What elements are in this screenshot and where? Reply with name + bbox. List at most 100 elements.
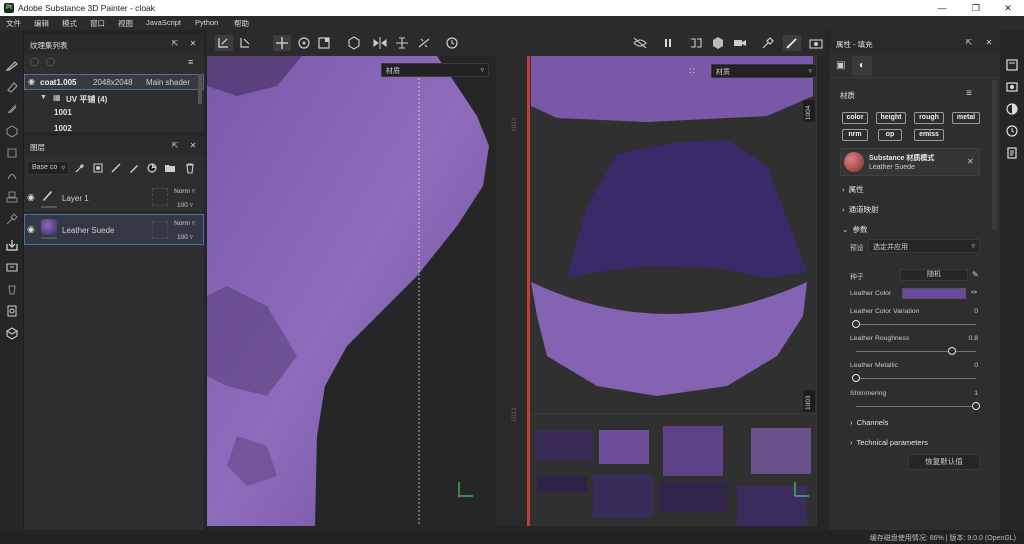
eraser-icon[interactable] xyxy=(5,80,19,94)
layer-mask-slot[interactable] xyxy=(152,188,168,206)
menu-help[interactable]: 帮助 xyxy=(234,18,249,29)
menu-python[interactable]: Python xyxy=(195,18,218,27)
hide-button[interactable] xyxy=(631,35,649,51)
viewport-2d-channel-select[interactable]: 材质 ▿ xyxy=(711,64,817,78)
shader-settings-icon[interactable] xyxy=(1005,102,1019,116)
display-mode-button[interactable] xyxy=(709,35,727,51)
tab-properties-icon[interactable]: ▣ xyxy=(836,60,845,71)
properties-scrollbar[interactable] xyxy=(992,80,997,230)
chevron-down-icon[interactable]: ▼ xyxy=(40,94,47,101)
menu-edit[interactable]: 编辑 xyxy=(34,18,49,29)
color-dropper-icon[interactable]: ✑ xyxy=(971,288,978,297)
viewport-2d[interactable]: 1004 1003 ∷ 材质 ▿ xyxy=(527,56,817,526)
log-icon[interactable] xyxy=(1005,146,1019,160)
export-icon[interactable] xyxy=(5,304,19,318)
section-params-title[interactable]: ⌄ 参数 xyxy=(842,224,867,235)
channel-select[interactable]: Base co ▿ xyxy=(27,161,69,175)
fill-icon[interactable] xyxy=(5,146,19,160)
close-icon[interactable]: ✕ xyxy=(998,2,1018,14)
close-panel-icon[interactable]: ✕ xyxy=(188,39,198,49)
pause-button[interactable] xyxy=(659,35,677,51)
visibility-all-icon[interactable]: ◯ xyxy=(30,57,39,66)
uv-tile-item[interactable]: 1002 xyxy=(24,122,204,132)
blend-mode-select[interactable]: Norm ▿ xyxy=(174,187,195,195)
bake-icon[interactable] xyxy=(5,260,19,274)
uv-tile-group[interactable]: ▼ ▦ UV 平铺 (4) xyxy=(24,90,204,106)
material-card[interactable]: Substance 材质模式 Leather Suede ✕ xyxy=(840,148,980,176)
viewport-splitter[interactable]: 1014 1013 xyxy=(497,56,527,526)
reset-defaults-button[interactable]: 恢复默认值 xyxy=(908,454,980,470)
history-icon[interactable] xyxy=(1005,124,1019,138)
section-channel-map-title[interactable]: › 通道映射 xyxy=(842,204,879,215)
projection-icon[interactable] xyxy=(5,102,19,116)
add-paint-layer-icon[interactable] xyxy=(128,162,140,174)
seed-random-button[interactable]: 随机 xyxy=(900,269,968,281)
close-panel-icon[interactable]: ✕ xyxy=(984,38,994,48)
uv-flip-button[interactable] xyxy=(237,35,255,51)
environment-button[interactable] xyxy=(759,35,777,51)
mesh-icon[interactable] xyxy=(5,326,19,340)
material-menu-icon[interactable]: ≡ xyxy=(966,88,972,99)
section-props-title[interactable]: › 属性 xyxy=(842,184,864,195)
param-slider-knob[interactable] xyxy=(948,347,956,355)
param-slider-track[interactable] xyxy=(856,324,976,325)
screenshot-button[interactable] xyxy=(807,35,825,51)
preset-select[interactable]: 选定并应用 ▿ xyxy=(868,239,980,253)
chip-color[interactable]: color xyxy=(842,112,868,124)
chip-height[interactable]: height xyxy=(876,112,906,124)
float-panel-icon[interactable]: ⇱ xyxy=(964,38,974,48)
camera-button[interactable] xyxy=(731,35,749,51)
param-slider-track[interactable] xyxy=(856,378,976,379)
viewport-3d[interactable]: 材质 ▿ xyxy=(207,56,497,526)
tab-material-icon[interactable]: ◐ xyxy=(852,56,872,76)
leather-color-swatch[interactable] xyxy=(902,288,966,299)
menu-window[interactable]: 窗口 xyxy=(90,18,105,29)
blend-mode-select[interactable]: Norm ▿ xyxy=(174,219,195,227)
mirror-button[interactable] xyxy=(371,35,389,51)
rotate-button[interactable] xyxy=(295,35,313,51)
display-settings-icon[interactable] xyxy=(1005,80,1019,94)
scale-button[interactable] xyxy=(315,35,333,51)
clone-stamp-icon[interactable] xyxy=(5,190,19,204)
align-button[interactable] xyxy=(393,35,411,51)
eye-icon[interactable]: ◉ xyxy=(28,77,35,86)
uv-transform-button[interactable] xyxy=(215,35,233,51)
param-slider-knob[interactable] xyxy=(972,402,980,410)
uv-tile-item[interactable]: 1001 xyxy=(24,106,204,120)
minimize-icon[interactable]: — xyxy=(932,2,952,14)
smudge-icon[interactable] xyxy=(5,168,19,182)
texture-set-row[interactable]: ◉ coat1.005 2048x2048 Main shader xyxy=(24,74,204,90)
param-slider-track[interactable] xyxy=(856,406,976,407)
trash-icon[interactable] xyxy=(184,162,196,174)
layer-row[interactable]: ◉ Leather Suede Norm ▿ 100 ▿ xyxy=(24,214,204,245)
folder-icon[interactable] xyxy=(164,162,176,174)
paint-mode-button[interactable] xyxy=(783,35,801,51)
add-fill-layer-icon[interactable] xyxy=(110,162,122,174)
geometry-mask-icon[interactable] xyxy=(5,124,19,138)
chip-emiss[interactable]: emiss xyxy=(914,129,944,141)
uv-grid-icon[interactable]: ∷ xyxy=(689,66,695,77)
eye-icon[interactable]: ◉ xyxy=(27,192,35,203)
texture-set-settings-icon[interactable] xyxy=(1005,58,1019,72)
opacity-field[interactable]: 100 ▿ xyxy=(177,233,193,241)
trash-side-icon[interactable] xyxy=(5,282,19,296)
edit-pencil-icon[interactable]: ✎ xyxy=(972,270,979,279)
chip-op[interactable]: op xyxy=(878,129,902,141)
shelf-icon[interactable] xyxy=(5,238,19,252)
add-effect-icon[interactable] xyxy=(74,162,86,174)
layer-row[interactable]: ◉ Layer 1 Norm ▿ 100 ▿ xyxy=(24,182,204,213)
paint-brush-icon[interactable] xyxy=(5,58,19,72)
layer-mask-slot[interactable] xyxy=(152,221,168,239)
visibility-none-icon[interactable]: ◯ xyxy=(46,57,55,66)
section-channels-title[interactable]: › Channels xyxy=(850,418,888,427)
menu-mode[interactable]: 模式 xyxy=(62,18,77,29)
menu-javascript[interactable]: JavaScript xyxy=(146,18,181,27)
param-slider-knob[interactable] xyxy=(852,320,860,328)
param-slider-knob[interactable] xyxy=(852,374,860,382)
history-button[interactable] xyxy=(443,35,461,51)
opacity-field[interactable]: 100 ▿ xyxy=(177,201,193,209)
smart-material-icon[interactable] xyxy=(146,162,158,174)
chip-rough[interactable]: rough xyxy=(914,112,944,124)
add-mask-icon[interactable] xyxy=(92,162,104,174)
chip-metal[interactable]: metal xyxy=(952,112,980,124)
